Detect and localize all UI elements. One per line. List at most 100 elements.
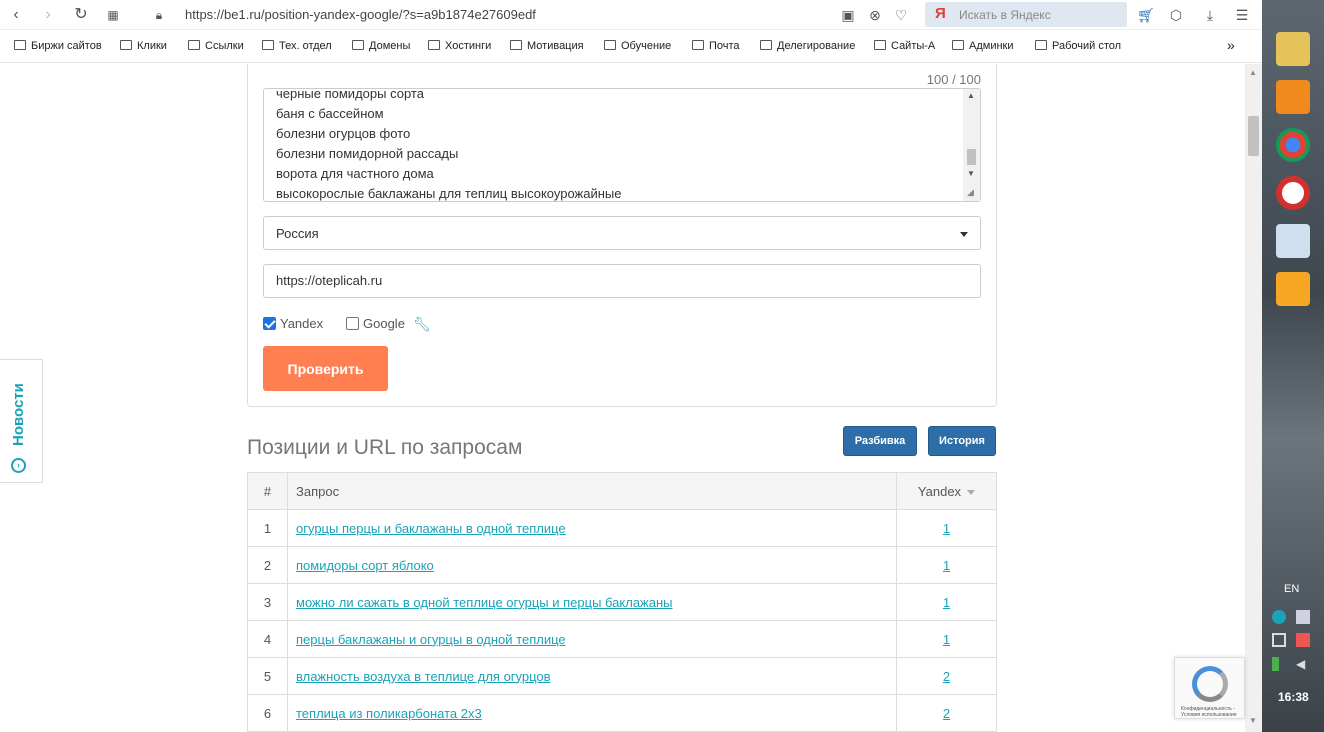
bookmark-item[interactable]: Делегирование xyxy=(760,40,855,52)
text-editor-icon[interactable] xyxy=(1276,224,1310,258)
bookmark-item[interactable]: Мотивация xyxy=(510,40,584,52)
google-checkbox[interactable]: Google xyxy=(346,316,405,331)
position-link[interactable]: 1 xyxy=(943,632,950,647)
position-link[interactable]: 1 xyxy=(943,558,950,573)
folder-icon xyxy=(1035,40,1047,50)
reload-icon[interactable]: ↻ xyxy=(70,4,92,26)
grid-icon[interactable]: ▦ xyxy=(102,4,124,26)
signal-icon[interactable] xyxy=(1272,657,1286,671)
column-yandex[interactable]: Yandex xyxy=(896,472,997,510)
sort-icon[interactable] xyxy=(967,489,976,495)
checkbox-unchecked-icon[interactable] xyxy=(346,317,359,330)
scroll-down-icon[interactable]: ▼ xyxy=(1249,716,1257,725)
tray-alert-icon[interactable] xyxy=(1296,633,1310,647)
table-row: 5 влажность воздуха в теплице для огурцо… xyxy=(247,657,997,695)
folder-icon xyxy=(692,40,704,50)
position-link[interactable]: 2 xyxy=(943,706,950,721)
query-line: баня с бассейном xyxy=(276,106,384,121)
query-link[interactable]: можно ли сажать в одной теплице огурцы и… xyxy=(296,595,673,610)
scroll-up-icon[interactable]: ▲ xyxy=(967,91,975,100)
tray-blocked-icon[interactable] xyxy=(1296,610,1310,624)
bookmark-item[interactable]: Ссылки xyxy=(188,40,244,52)
table-row: 6 теплица из поликарбоната 2х3 2 xyxy=(247,694,997,732)
query-link[interactable]: помидоры сорт яблоко xyxy=(296,558,434,573)
query-link[interactable]: теплица из поликарбоната 2х3 xyxy=(296,706,482,721)
position-link[interactable]: 1 xyxy=(943,521,950,536)
download-icon[interactable]: ⤓ xyxy=(1200,5,1220,25)
resize-handle-icon[interactable]: ◢ xyxy=(967,187,974,198)
scroll-thumb[interactable] xyxy=(967,149,976,165)
query-link[interactable]: огурцы перцы и баклажаны в одной теплице xyxy=(296,521,566,536)
query-link[interactable]: влажность воздуха в теплице для огурцов xyxy=(296,669,551,684)
folder-icon xyxy=(604,40,616,50)
bookmark-item[interactable]: Почта xyxy=(692,40,740,52)
chrome-icon[interactable] xyxy=(1276,128,1310,162)
folder-app-icon[interactable] xyxy=(1276,32,1310,66)
bookmarks-bar: Биржи сайтов Клики Ссылки Тех. отдел Дом… xyxy=(0,31,1262,63)
query-line: ворота для частного дома xyxy=(276,166,434,181)
scroll-down-icon[interactable]: ▼ xyxy=(967,169,975,178)
query-line: болезни помидорной рассады xyxy=(276,146,459,161)
bookmark-item[interactable]: Обучение xyxy=(604,40,671,52)
box-icon[interactable]: ⬡ xyxy=(1166,5,1186,25)
wrench-icon[interactable]: 🔧︎ xyxy=(413,316,431,332)
address-bar[interactable]: https://be1.ru/position-yandex-google/?s… xyxy=(185,7,536,22)
scroll-thumb[interactable] xyxy=(1248,116,1259,156)
forward-icon[interactable]: › xyxy=(37,4,59,26)
bookmark-item[interactable]: Домены xyxy=(352,40,410,52)
column-query: Запрос xyxy=(287,472,897,510)
query-link[interactable]: перцы баклажаны и огурцы в одной теплице xyxy=(296,632,566,647)
yandex-checkbox[interactable]: Yandex xyxy=(263,316,323,331)
site-url-input[interactable]: https://oteplicah.ru xyxy=(263,264,981,298)
yandex-logo-icon: Я xyxy=(935,5,946,22)
clock[interactable]: 16:38 xyxy=(1278,690,1309,704)
position-link[interactable]: 1 xyxy=(943,595,950,610)
tray-app-icon[interactable] xyxy=(1272,610,1286,624)
yandex-search[interactable]: Я Искать в Яндекс xyxy=(925,2,1127,27)
checkbox-checked-icon[interactable] xyxy=(263,317,276,330)
bookmark-item[interactable]: Админки xyxy=(952,40,1014,52)
chevron-down-icon xyxy=(960,232,968,237)
folder-icon xyxy=(120,40,132,50)
region-select[interactable]: Россия xyxy=(263,216,981,250)
folder-icon xyxy=(262,40,274,50)
news-tab[interactable]: Новости › xyxy=(0,359,43,483)
check-button[interactable]: Проверить xyxy=(263,346,388,391)
menu-icon[interactable]: ☰ xyxy=(1232,5,1252,25)
shield-icon[interactable]: ⊗ xyxy=(865,5,885,25)
volume-icon[interactable]: ◀ xyxy=(1296,657,1310,671)
chevron-circle-icon: › xyxy=(11,458,26,473)
monitor-icon[interactable] xyxy=(1272,633,1286,647)
bookmark-item[interactable]: Рабочий стол xyxy=(1035,40,1121,52)
camera-icon[interactable]: ▣ xyxy=(838,5,858,25)
bookmark-item[interactable]: Биржи сайтов xyxy=(14,40,102,52)
breakdown-button[interactable]: Разбивка xyxy=(843,426,917,456)
bookmark-item[interactable]: Хостинги xyxy=(428,40,491,52)
bookmark-item[interactable]: Тех. отдел xyxy=(262,40,332,52)
cart-icon[interactable]: 🛒︎ xyxy=(1136,5,1156,25)
history-button[interactable]: История xyxy=(928,426,996,456)
search-placeholder: Искать в Яндекс xyxy=(959,8,1051,22)
heart-icon[interactable]: ♡ xyxy=(891,5,911,25)
results-title: Позиции и URL по запросам xyxy=(247,436,523,459)
bookmark-item[interactable]: Клики xyxy=(120,40,167,52)
back-icon[interactable]: ‹ xyxy=(5,4,27,26)
page-content: 100 / 100 черные помидоры сорта баня с б… xyxy=(0,64,1245,732)
language-indicator[interactable]: EN xyxy=(1284,583,1299,595)
queries-textarea[interactable]: черные помидоры сорта баня с бассейном б… xyxy=(263,88,981,202)
bookmark-item[interactable]: Сайты-А xyxy=(874,40,935,52)
folder-icon xyxy=(760,40,772,50)
recaptcha-badge[interactable]: Конфиденциальность - Условия использован… xyxy=(1174,657,1245,719)
scroll-up-icon[interactable]: ▲ xyxy=(1249,68,1257,77)
region-value: Россия xyxy=(276,226,319,241)
eye-app-icon[interactable] xyxy=(1276,272,1310,306)
media-player-icon[interactable] xyxy=(1276,80,1310,114)
textarea-scrollbar[interactable]: ▲ ▼ ◢ xyxy=(963,89,980,201)
check-form: 100 / 100 черные помидоры сорта баня с б… xyxy=(247,64,997,407)
news-tab-label: Новости xyxy=(10,383,27,446)
position-link[interactable]: 2 xyxy=(943,669,950,684)
folder-icon xyxy=(14,40,26,50)
page-scrollbar[interactable]: ▲ ▼ xyxy=(1245,64,1262,732)
opera-icon[interactable] xyxy=(1276,176,1310,210)
bookmarks-more-button[interactable]: » xyxy=(1227,37,1235,53)
